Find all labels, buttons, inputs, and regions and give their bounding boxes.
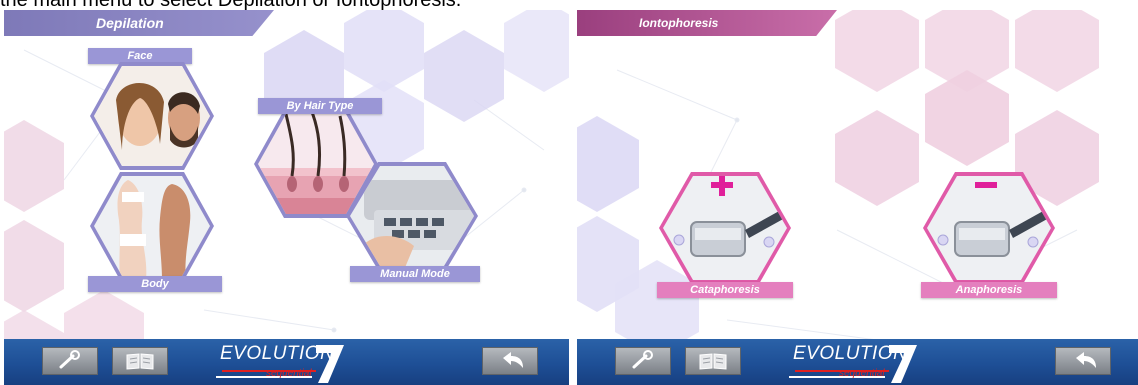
page-title: Iontophoresis [577, 10, 837, 36]
device-keypad-icon [346, 162, 478, 270]
settings-button[interactable] [615, 347, 671, 375]
negative-electrode-icon [923, 172, 1055, 284]
cataphoresis-tile[interactable]: Cataphoresis [657, 170, 797, 300]
face-tile[interactable]: Face [88, 48, 222, 173]
evolution-logo: EVOLUTION sequential [212, 341, 352, 385]
back-arrow-icon [1076, 352, 1096, 368]
screen-divider [569, 10, 577, 385]
body-photo-icon [90, 172, 214, 280]
anaphoresis-tile[interactable]: Anaphoresis [921, 170, 1061, 300]
brand-subtitle: sequential [839, 368, 885, 379]
evolution-logo: EVOLUTION sequential [785, 341, 925, 385]
face-photo-icon [90, 62, 214, 170]
bottom-toolbar: EVOLUTION sequential [577, 339, 1138, 385]
brand-subtitle: sequential [266, 368, 312, 379]
back-button[interactable] [482, 347, 538, 375]
cataphoresis-label: Cataphoresis [657, 282, 793, 298]
body-tile[interactable]: Body [88, 170, 222, 295]
book-icon [126, 353, 154, 370]
page-title: Depilation [4, 10, 274, 36]
bottom-toolbar: EVOLUTION sequential [4, 339, 569, 385]
manual-book-button[interactable] [685, 347, 741, 375]
back-arrow-icon [503, 352, 523, 368]
manual-book-button[interactable] [112, 347, 168, 375]
manual-mode-label: Manual Mode [350, 266, 480, 282]
depilation-screen: Depilation Face Body By Hair Type Manual… [4, 10, 569, 385]
wrench-icon [59, 350, 80, 369]
anaphoresis-label: Anaphoresis [921, 282, 1057, 298]
positive-electrode-icon [659, 172, 791, 284]
hair-type-label: By Hair Type [258, 98, 382, 114]
wrench-icon [632, 350, 653, 369]
back-button[interactable] [1055, 347, 1111, 375]
body-label: Body [88, 276, 222, 292]
settings-button[interactable] [42, 347, 98, 375]
manual-mode-tile[interactable]: Manual Mode [344, 160, 484, 288]
iontophoresis-screen: Iontophoresis Cataphoresis Anaphoresis E… [577, 10, 1138, 385]
book-icon [699, 353, 727, 370]
